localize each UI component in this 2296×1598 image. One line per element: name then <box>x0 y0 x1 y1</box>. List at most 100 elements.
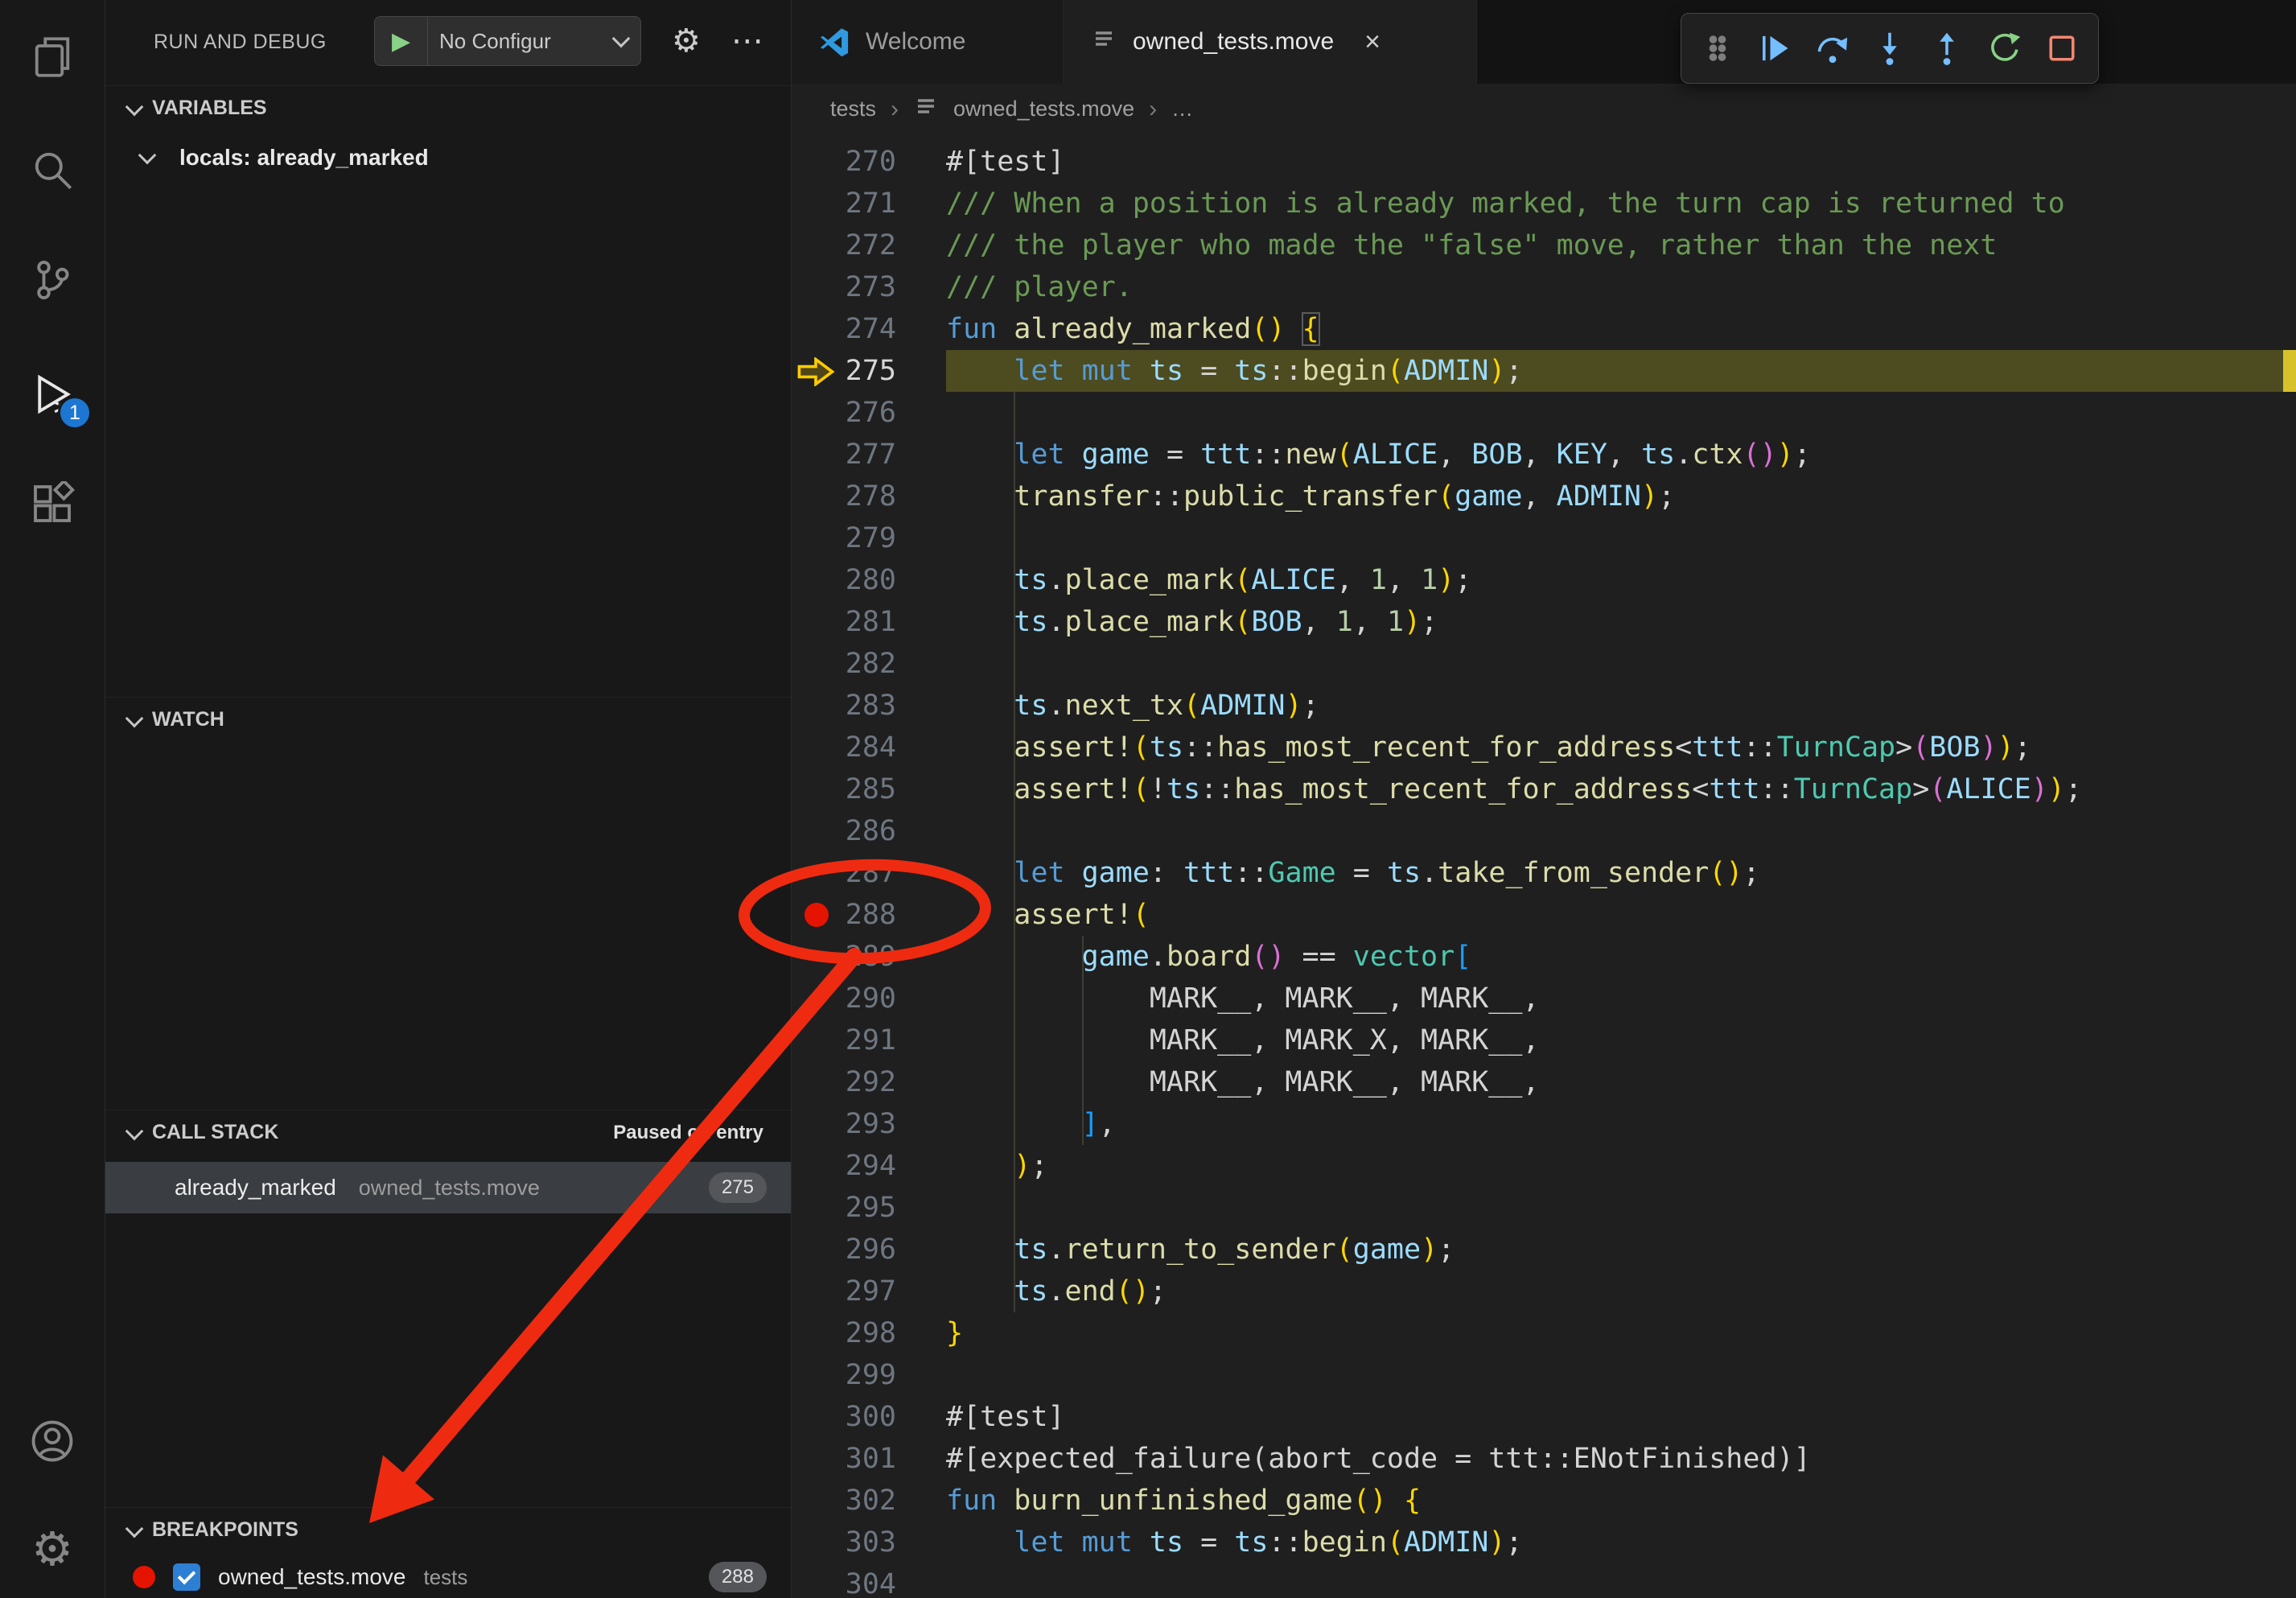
gutter-line-276[interactable]: 276 <box>792 392 946 434</box>
gutter-line-280[interactable]: 280 <box>792 559 946 601</box>
gutter-line-292[interactable]: 292 <box>792 1061 946 1103</box>
code-line-288[interactable]: 288 assert!( <box>792 894 2296 936</box>
gutter-line-278[interactable]: 278 <box>792 476 946 517</box>
extensions-icon[interactable] <box>0 462 105 546</box>
step-over-button[interactable] <box>1804 20 1860 76</box>
breadcrumb-folder[interactable]: tests <box>830 97 876 121</box>
toolbar-grip-icon[interactable] <box>1689 20 1745 76</box>
close-icon[interactable]: × <box>1364 27 1380 58</box>
gutter-line-297[interactable]: 297 <box>792 1271 946 1312</box>
code-line-300[interactable]: 300#[test] <box>792 1396 2296 1438</box>
gutter-line-303[interactable]: 303 <box>792 1522 946 1563</box>
call-stack-frame-row[interactable]: already_marked owned_tests.move 275 <box>105 1162 791 1213</box>
code-line-304[interactable]: 304 <box>792 1563 2296 1598</box>
gutter-line-270[interactable]: 270 <box>792 141 946 183</box>
code-line-286[interactable]: 286 <box>792 810 2296 852</box>
code-line-295[interactable]: 295 <box>792 1187 2296 1229</box>
gutter-line-281[interactable]: 281 <box>792 601 946 643</box>
breakpoint-checkbox[interactable] <box>173 1563 200 1591</box>
gutter-line-286[interactable]: 286 <box>792 810 946 852</box>
code-line-303[interactable]: 303 let mut ts = ts::begin(ADMIN); <box>792 1522 2296 1563</box>
explorer-icon[interactable] <box>0 15 105 99</box>
code-line-284[interactable]: 284 assert!(ts::has_most_recent_for_addr… <box>792 727 2296 768</box>
code-line-280[interactable]: 280 ts.place_mark(ALICE, 1, 1); <box>792 559 2296 601</box>
code-line-271[interactable]: 271/// When a position is already marked… <box>792 183 2296 224</box>
code-line-279[interactable]: 279 <box>792 517 2296 559</box>
gutter-line-282[interactable]: 282 <box>792 643 946 685</box>
code-line-270[interactable]: 270#[test] <box>792 141 2296 183</box>
code-line-283[interactable]: 283 ts.next_tx(ADMIN); <box>792 685 2296 727</box>
gutter-line-294[interactable]: 294 <box>792 1145 946 1187</box>
gutter-line-274[interactable]: 274 <box>792 308 946 350</box>
gutter-line-295[interactable]: 295 <box>792 1187 946 1229</box>
gutter-line-298[interactable]: 298 <box>792 1312 946 1354</box>
more-actions-icon[interactable]: ⋯ <box>731 23 765 60</box>
gutter-line-300[interactable]: 300 <box>792 1396 946 1438</box>
code-line-299[interactable]: 299 <box>792 1354 2296 1396</box>
overview-ruler-current-line-marker[interactable] <box>2283 350 2296 392</box>
watch-section-header[interactable]: WATCH <box>105 697 791 742</box>
gutter-line-285[interactable]: 285 <box>792 768 946 810</box>
code-line-302[interactable]: 302fun burn_unfinished_game() { <box>792 1480 2296 1522</box>
restart-button[interactable] <box>1977 20 2032 76</box>
code-line-291[interactable]: 291 MARK__, MARK_X, MARK__, <box>792 1019 2296 1061</box>
tab-welcome[interactable]: Welcome <box>792 0 1064 84</box>
gutter-line-299[interactable]: 299 <box>792 1354 946 1396</box>
gutter-line-273[interactable]: 273 <box>792 266 946 308</box>
code-line-281[interactable]: 281 ts.place_mark(BOB, 1, 1); <box>792 601 2296 643</box>
code-editor[interactable]: 270#[test]271/// When a position is alre… <box>792 134 2296 1598</box>
gutter-line-301[interactable]: 301 <box>792 1438 946 1480</box>
code-line-278[interactable]: 278 transfer::public_transfer(game, ADMI… <box>792 476 2296 517</box>
code-line-277[interactable]: 277 let game = ttt::new(ALICE, BOB, KEY,… <box>792 434 2296 476</box>
settings-gear-icon[interactable]: ⚙ <box>0 1508 105 1592</box>
breadcrumb-symbol-more[interactable]: … <box>1171 97 1193 121</box>
gutter-line-283[interactable]: 283 <box>792 685 946 727</box>
code-line-272[interactable]: 272/// the player who made the "false" m… <box>792 224 2296 266</box>
code-line-273[interactable]: 273/// player. <box>792 266 2296 308</box>
code-line-285[interactable]: 285 assert!(!ts::has_most_recent_for_add… <box>792 768 2296 810</box>
gutter-line-304[interactable]: 304 <box>792 1563 946 1598</box>
variables-section-header[interactable]: VARIABLES <box>105 85 791 130</box>
debug-configuration-dropdown[interactable]: ▶ No Configur <box>374 16 641 66</box>
gutter-line-287[interactable]: 287 <box>792 852 946 894</box>
gutter-line-289[interactable]: 289 <box>792 936 946 978</box>
code-line-297[interactable]: 297 ts.end(); <box>792 1271 2296 1312</box>
code-line-275[interactable]: 275 let mut ts = ts::begin(ADMIN); <box>792 350 2296 392</box>
code-line-282[interactable]: 282 <box>792 643 2296 685</box>
breakpoint-dot-icon[interactable] <box>804 903 829 927</box>
code-line-289[interactable]: 289 game.board() == vector[ <box>792 936 2296 978</box>
stop-button[interactable] <box>2035 20 2090 76</box>
breakpoints-section-header[interactable]: BREAKPOINTS <box>105 1507 791 1552</box>
code-line-298[interactable]: 298} <box>792 1312 2296 1354</box>
gutter-line-277[interactable]: 277 <box>792 434 946 476</box>
account-icon[interactable] <box>0 1399 105 1483</box>
breakpoint-list-item[interactable]: owned_tests.move tests 288 <box>105 1556 791 1598</box>
code-line-292[interactable]: 292 MARK__, MARK__, MARK__, <box>792 1061 2296 1103</box>
gutter-line-293[interactable]: 293 <box>792 1103 946 1145</box>
code-line-296[interactable]: 296 ts.return_to_sender(game); <box>792 1229 2296 1271</box>
call-stack-section-header[interactable]: CALL STACK Paused on entry <box>105 1110 791 1155</box>
source-control-icon[interactable] <box>0 238 105 322</box>
continue-button[interactable] <box>1747 20 1802 76</box>
gutter-line-302[interactable]: 302 <box>792 1480 946 1522</box>
gutter-line-272[interactable]: 272 <box>792 224 946 266</box>
gutter-line-296[interactable]: 296 <box>792 1229 946 1271</box>
gutter-line-284[interactable]: 284 <box>792 727 946 768</box>
step-out-button[interactable] <box>1920 20 1975 76</box>
code-line-274[interactable]: 274fun already_marked() { <box>792 308 2296 350</box>
search-icon[interactable] <box>0 128 105 212</box>
code-line-294[interactable]: 294 ); <box>792 1145 2296 1187</box>
gutter-line-288[interactable]: 288 <box>792 894 946 936</box>
code-line-301[interactable]: 301#[expected_failure(abort_code = ttt::… <box>792 1438 2296 1480</box>
code-line-276[interactable]: 276 <box>792 392 2296 434</box>
gutter-line-271[interactable]: 271 <box>792 183 946 224</box>
gutter-line-279[interactable]: 279 <box>792 517 946 559</box>
gutter-line-290[interactable]: 290 <box>792 978 946 1019</box>
debug-settings-gear-icon[interactable]: ⚙ <box>672 23 701 60</box>
gutter-line-275[interactable]: 275 <box>792 350 946 392</box>
step-into-button[interactable] <box>1862 20 1917 76</box>
code-line-287[interactable]: 287 let game: ttt::Game = ts.take_from_s… <box>792 852 2296 894</box>
run-and-debug-icon[interactable]: 1 <box>0 352 105 436</box>
code-line-293[interactable]: 293 ], <box>792 1103 2296 1145</box>
gutter-line-291[interactable]: 291 <box>792 1019 946 1061</box>
